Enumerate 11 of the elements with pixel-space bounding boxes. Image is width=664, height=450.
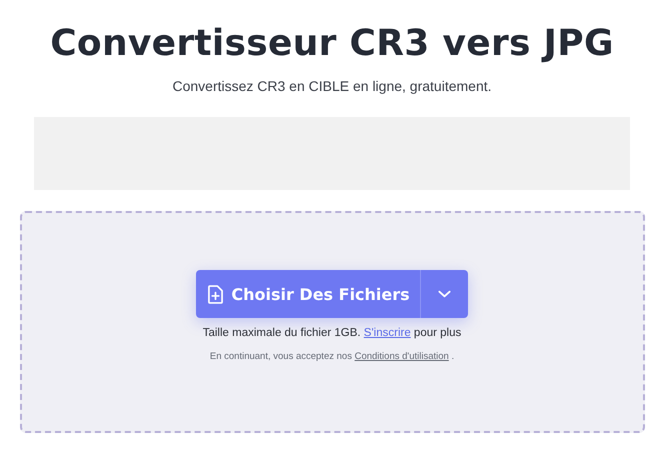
- dropdown-button[interactable]: [420, 270, 468, 318]
- sign-up-link[interactable]: S'inscrire: [364, 327, 411, 339]
- page-title: Convertisseur CR3 vers JPG: [50, 22, 614, 66]
- file-size-note: Taille maximale du fichier 1GB. S'inscrire pour plus: [202, 327, 462, 339]
- page-subtitle: Convertissez CR3 en CIBLE en ligne, gratuitement.: [172, 78, 492, 94]
- drop-zone[interactable]: Choisir Des Fichiers Taille maximale du fichier 1GB. S'inscrire pour plus En continuant, vous acceptez nos Conditions d'utilisation .: [20, 211, 644, 433]
- terms-note: En continuant, vous acceptez nos Conditions d'utilisation .: [210, 351, 454, 362]
- terms-link[interactable]: Conditions d'utilisation: [354, 351, 449, 362]
- chevron-down-icon: [438, 290, 451, 298]
- choose-files-button[interactable]: Choisir Des Fichiers: [196, 270, 420, 318]
- file-plus-icon: [208, 284, 224, 304]
